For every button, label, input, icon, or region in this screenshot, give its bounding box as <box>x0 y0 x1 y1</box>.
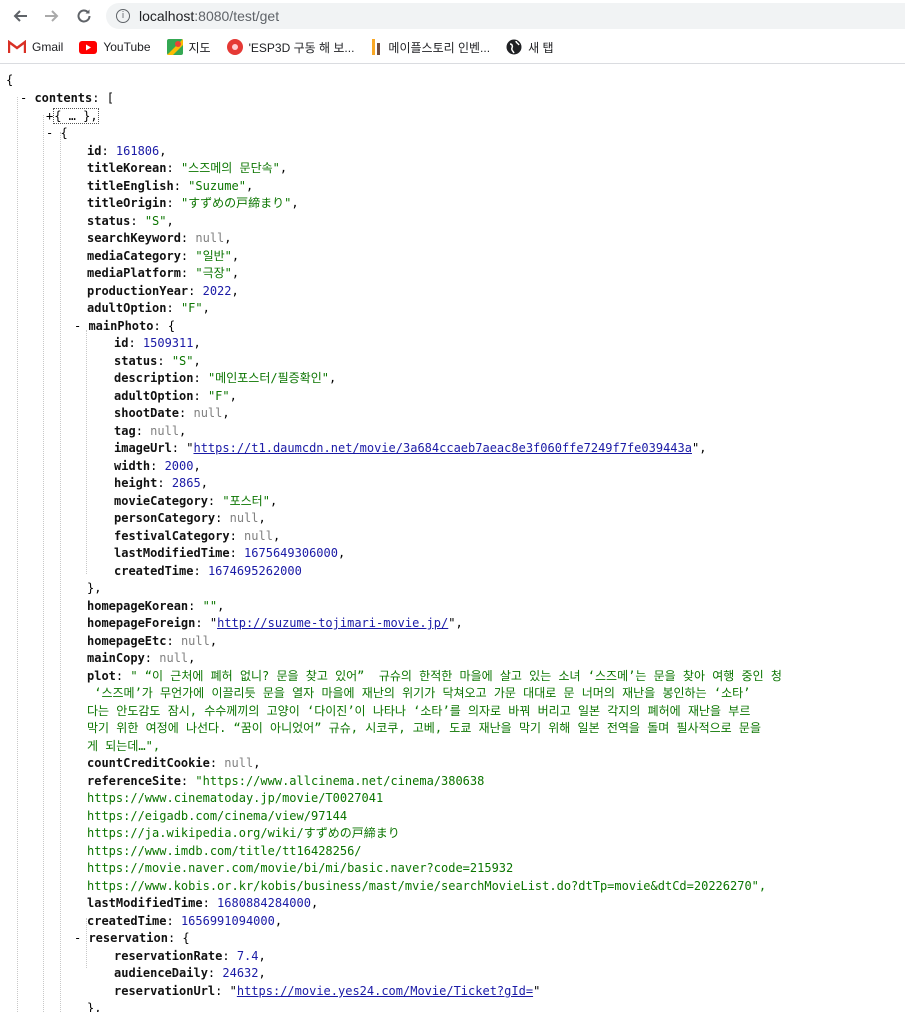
json-line: plot: " “이 근처에 폐허 없니? 문을 찾고 있어” 규슈의 한적한 … <box>87 669 782 683</box>
json-line: https://www.cinematoday.jp/movie/T002704… <box>87 791 384 805</box>
bookmark-esp3d[interactable]: 'ESP3D 구동 해 보... <box>219 34 363 60</box>
json-line: mediaPlatform: "극장", <box>87 266 240 280</box>
json-line: - contents: [ <box>20 91 114 105</box>
json-line: homepageEtc: null, <box>87 634 218 648</box>
bookmark-label: 지도 <box>188 40 211 55</box>
json-line: createdTime: 1674695262000 <box>114 564 302 578</box>
json-line: festivalCategory: null, <box>114 529 281 543</box>
json-line: adultOption: "F", <box>87 301 210 315</box>
json-line: productionYear: 2022, <box>87 284 239 298</box>
json-line: referenceSite: "https://www.allcinema.ne… <box>87 774 485 788</box>
tree-guide <box>60 132 61 1012</box>
json-line: mainCopy: null, <box>87 651 196 665</box>
json-line: lastModifiedTime: 1680884284000, <box>87 896 319 910</box>
back-arrow-icon[interactable] <box>8 4 32 28</box>
json-line: adultOption: "F", <box>114 389 237 403</box>
tree-guide <box>86 330 87 574</box>
toolbar-divider <box>0 63 905 64</box>
json-line: homepageForeign: "http://suzume-tojimari… <box>87 616 463 630</box>
globe-icon <box>506 39 522 55</box>
browser-toolbar: i localhost:8080/test/get <box>0 0 905 32</box>
json-line: searchKeyword: null, <box>87 231 232 245</box>
address-url: localhost:8080/test/get <box>139 8 280 24</box>
bookmark-newtab[interactable]: 새 탭 <box>498 34 561 60</box>
bookmark-inven[interactable]: 메이플스토리 인벤... <box>362 34 498 60</box>
json-viewer: { - contents: [ +{ … }, - { id: 161806, … <box>0 70 905 1012</box>
json-line: homepageKorean: "", <box>87 599 225 613</box>
bookmark-label: 메이플스토리 인벤... <box>388 40 491 55</box>
bookmark-label: Gmail <box>32 40 64 54</box>
json-line: - { <box>46 126 68 140</box>
json-line: description: "메인포스터/필증확인", <box>114 371 337 385</box>
json-line: - reservation: { <box>74 931 190 945</box>
esp3d-icon <box>226 39 243 55</box>
json-line: { <box>6 73 14 87</box>
json-line: personCategory: null, <box>114 511 266 525</box>
bookmark-maps[interactable]: 지도 <box>159 34 219 60</box>
json-line: lastModifiedTime: 1675649306000, <box>114 546 346 560</box>
collapse-toggle[interactable]: - <box>74 319 88 333</box>
json-line: audienceDaily: 24632, <box>114 966 266 980</box>
json-line: https://movie.naver.com/movie/bi/mi/basi… <box>87 861 514 875</box>
json-line: titleOrigin: "すずめの戸締まり", <box>87 196 299 210</box>
json-line: https://ja.wikipedia.org/wiki/すずめの戸締まり <box>87 826 400 840</box>
json-line: countCreditCookie: null, <box>87 756 261 770</box>
bookmark-gmail[interactable]: Gmail <box>0 34 71 60</box>
json-line: 다는 안도감도 잠시, 수수께끼의 고양이 ‘다이진’이 나타나 ‘소타’를 의… <box>87 704 751 718</box>
reload-icon[interactable] <box>72 4 96 28</box>
json-line: ‘스즈메’가 무언가에 이끌리듯 문을 열자 마을에 재난의 위기가 닥쳐오고 … <box>87 686 751 700</box>
json-line: reservationRate: 7.4, <box>114 949 266 963</box>
json-line: 게 되는데…", <box>87 739 161 753</box>
inven-icon <box>372 39 381 55</box>
json-line: +{ … }, <box>46 107 99 125</box>
json-line: status: "S", <box>87 214 174 228</box>
json-line: }, <box>87 1001 102 1012</box>
site-info-icon[interactable]: i <box>116 9 130 23</box>
collapse-toggle[interactable]: - <box>74 931 88 945</box>
json-line: status: "S", <box>114 354 201 368</box>
json-line: https://www.imdb.com/title/tt16428256/ <box>87 844 362 858</box>
json-line: shootDate: null, <box>114 406 230 420</box>
json-line: }, <box>87 581 102 595</box>
gmail-icon <box>8 40 26 53</box>
tree-guide <box>43 115 44 1012</box>
image-url-link[interactable]: https://t1.daumcdn.net/movie/3a684ccaeb7… <box>193 441 692 455</box>
bookmark-label: 'ESP3D 구동 해 보... <box>248 40 355 55</box>
json-line: titleKorean: "스즈메의 문단속", <box>87 161 288 175</box>
youtube-icon <box>79 40 98 54</box>
collapsed-object[interactable]: { … }, <box>53 108 99 124</box>
homepage-link[interactable]: http://suzume-tojimari-movie.jp/ <box>217 616 448 630</box>
json-line: titleEnglish: "Suzume", <box>87 179 254 193</box>
json-line: movieCategory: "포스터", <box>114 494 278 508</box>
json-line: mediaCategory: "일반", <box>87 249 240 263</box>
bookmarks-bar: Gmail YouTube 지도 'ESP3D 구동 해 보... 메이플스토리… <box>0 32 905 62</box>
json-line: tag: null, <box>114 424 187 438</box>
json-line: createdTime: 1656991094000, <box>87 914 283 928</box>
bookmark-label: YouTube <box>103 40 151 54</box>
collapse-toggle[interactable]: - <box>20 91 34 105</box>
forward-arrow-icon[interactable] <box>40 4 64 28</box>
json-line: id: 161806, <box>87 144 167 158</box>
json-line: id: 1509311, <box>114 336 201 350</box>
collapse-toggle[interactable]: - <box>46 126 60 140</box>
json-line: height: 2865, <box>114 476 208 490</box>
bookmark-label: 새 탭 <box>528 40 554 55</box>
json-line: https://eigadb.com/cinema/view/97144 <box>87 809 348 823</box>
json-line: imageUrl: "https://t1.daumcdn.net/movie/… <box>114 441 707 455</box>
json-line: width: 2000, <box>114 459 201 473</box>
json-line: https://www.kobis.or.kr/kobis/business/m… <box>87 879 767 893</box>
json-line: reservationUrl: "https://movie.yes24.com… <box>114 984 541 998</box>
tree-guide <box>17 97 18 1012</box>
reservation-url-link[interactable]: https://movie.yes24.com/Movie/Ticket?gId… <box>237 984 533 998</box>
bookmark-youtube[interactable]: YouTube <box>71 34 158 60</box>
maps-icon <box>166 39 183 55</box>
json-line: - mainPhoto: { <box>74 319 176 333</box>
address-bar[interactable]: i localhost:8080/test/get <box>106 3 905 29</box>
json-line: 막기 위한 여정에 나선다. “꿈이 아니었어” 규슈, 시코쿠, 고베, 도쿄… <box>87 721 762 735</box>
